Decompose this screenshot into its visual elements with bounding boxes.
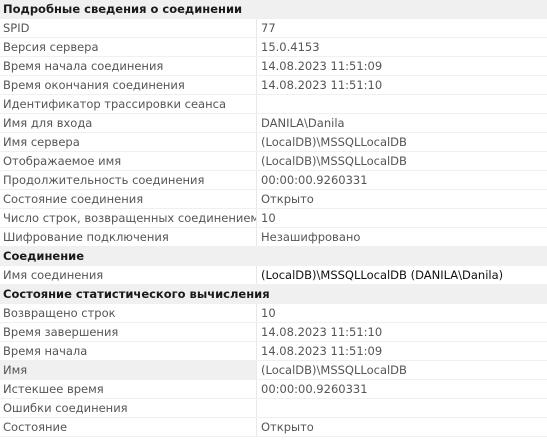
property-row-connection-start-time[interactable]: Время начала соединения 14.08.2023 11:51… [0,57,547,76]
property-name: Истекшее время [0,380,257,398]
section-header-connection-details[interactable]: Подробные сведения о соединении [0,0,547,19]
property-name: Имя соединения [0,266,257,284]
section-header-connection[interactable]: Соединение [0,247,547,266]
property-row-rows-returned-by-connection[interactable]: Число строк, возвращенных соединением 10 [0,209,547,228]
property-row-connection-name[interactable]: Имя соединения (LocalDB)\MSSQLLocalDB (D… [0,266,547,285]
property-row-rows-returned[interactable]: Возвращено строк 10 [0,304,547,323]
property-value: 00:00:00.9260331 [261,382,368,396]
property-row-server-name[interactable]: Имя сервера (LocalDB)\MSSQLLocalDB [0,133,547,152]
property-name: Состояние [0,418,257,436]
property-value: 15.0.4153 [261,40,320,54]
property-name: Ошибки соединения [0,399,257,417]
property-value: Открыто [261,420,314,434]
property-name: Время начала [0,342,257,360]
property-row-connection-encryption[interactable]: Шифрование подключения Незашифровано [0,228,547,247]
property-name: Имя [0,361,257,379]
property-row-connection-state[interactable]: Состояние соединения Открыто [0,190,547,209]
property-value [257,95,547,113]
property-row-start-time[interactable]: Время начала 14.08.2023 11:51:09 [0,342,547,361]
property-name: Время окончания соединения [0,76,257,94]
property-value [257,399,547,417]
property-value: (LocalDB)\MSSQLLocalDB [261,135,407,149]
property-name: Время завершения [0,323,257,341]
property-row-display-name[interactable]: Отображаемое имя (LocalDB)\MSSQLLocalDB [0,152,547,171]
property-row-elapsed-time[interactable]: Истекшее время 00:00:00.9260331 [0,380,547,399]
property-value: (LocalDB)\MSSQLLocalDB [261,363,407,377]
property-value: Незашифровано [261,230,361,244]
property-name: Состояние соединения [0,190,257,208]
properties-grid: Подробные сведения о соединении SPID 77 … [0,0,547,437]
property-name: Число строк, возвращенных соединением [0,209,257,227]
property-value: 14.08.2023 11:51:09 [261,59,383,73]
property-row-connection-errors[interactable]: Ошибки соединения [0,399,547,418]
property-name: Время начала соединения [0,57,257,75]
property-row-login-name[interactable]: Имя для входа DANILA\Danila [0,114,547,133]
property-row-state[interactable]: Состояние Открыто [0,418,547,437]
property-value: 10 [261,211,276,225]
property-row-server-version[interactable]: Версия сервера 15.0.4153 [0,38,547,57]
property-value: 14.08.2023 11:51:09 [261,344,383,358]
property-row-finish-time[interactable]: Время завершения 14.08.2023 11:51:10 [0,323,547,342]
property-value: 10 [261,306,276,320]
property-value: (LocalDB)\MSSQLLocalDB (DANILA\Danila) [261,268,504,282]
property-value: 14.08.2023 11:51:10 [261,325,383,339]
property-row-connection-duration[interactable]: Продолжительность соединения 00:00:00.92… [0,171,547,190]
property-value: (LocalDB)\MSSQLLocalDB [261,154,407,168]
property-value: 77 [261,21,276,35]
property-name: SPID [0,19,257,37]
property-name: Имя сервера [0,133,257,151]
property-name: Имя для входа [0,114,257,132]
property-value: DANILA\Danila [261,116,345,130]
property-name: Шифрование подключения [0,228,257,246]
property-name: Продолжительность соединения [0,171,257,189]
property-row-connection-end-time[interactable]: Время окончания соединения 14.08.2023 11… [0,76,547,95]
property-row-name[interactable]: Имя (LocalDB)\MSSQLLocalDB [0,361,547,380]
property-row-session-trace-id[interactable]: Идентификатор трассировки сеанса [0,95,547,114]
property-row-spid[interactable]: SPID 77 [0,19,547,38]
property-name: Отображаемое имя [0,152,257,170]
section-header-aggregate-status[interactable]: Состояние статистического вычисления [0,285,547,304]
property-value: 14.08.2023 11:51:10 [261,78,383,92]
property-name: Версия сервера [0,38,257,56]
property-value: 00:00:00.9260331 [261,173,368,187]
property-name: Возвращено строк [0,304,257,322]
property-name: Идентификатор трассировки сеанса [0,95,257,113]
property-value: Открыто [261,192,314,206]
